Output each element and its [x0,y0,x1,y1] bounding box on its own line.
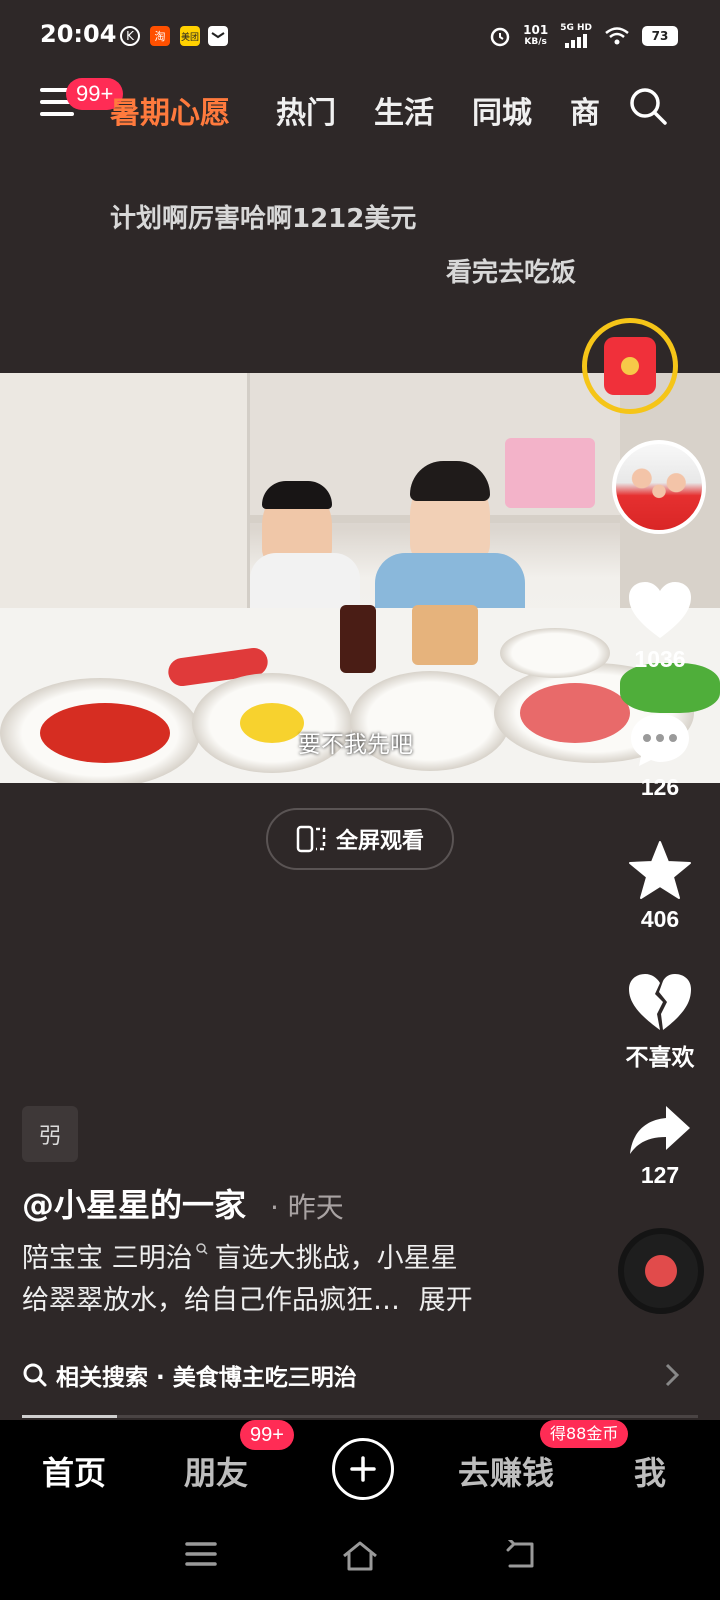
search-hint-icon [195,1243,208,1255]
rotate-screen-icon [296,825,326,853]
share-button[interactable]: 127 [620,1104,700,1189]
like-button[interactable]: 1036 [620,580,700,673]
tab-me[interactable]: 我 [634,1448,666,1494]
status-time: 20:04 [40,20,117,48]
cellular-signal: 5G HD [560,22,592,50]
description-hashtag[interactable]: 陪宝宝 三明治 [22,1243,193,1274]
share-arrow-icon [630,1106,690,1154]
home-icon[interactable] [340,1540,380,1576]
back-icon[interactable] [504,1536,538,1574]
author-avatar[interactable] [612,440,706,534]
share-count: 127 [640,1162,680,1188]
bread-stack [412,605,478,665]
dislike-button[interactable]: 不喜欢 [620,972,700,1072]
tab-local[interactable]: 同城 [472,88,532,132]
network-type: 5G HD [560,23,592,33]
search-icon [23,1363,47,1387]
message-icon [208,26,228,46]
chevron-right-icon[interactable] [664,1362,680,1395]
tab-earn[interactable]: 去赚钱 [458,1448,554,1494]
favorite-count: 406 [640,906,680,932]
net-speed-unit: KB/s [524,37,547,47]
taobao-icon: 淘 [150,26,170,46]
dislike-label: 不喜欢 [625,1044,695,1070]
tab-mall[interactable]: 商 [570,88,606,132]
broken-heart-icon [629,974,691,1030]
music-disc-icon[interactable] [618,1228,704,1314]
video-progress-bar[interactable] [22,1415,698,1418]
plate-cucumber [500,628,610,678]
star-icon [629,841,691,899]
expand-button[interactable]: 展开 [419,1285,473,1316]
comment-icon [631,714,689,766]
earn-badge: 得88金币 [540,1420,629,1448]
description-line-2: 给翠翠放水，给自己作品疯狂… 展开 [22,1280,542,1322]
related-search[interactable]: 相关搜索 · 美食博主吃三明治 [22,1358,357,1392]
post-description[interactable]: 陪宝宝 三明治 盲选大挑战，小星星 给翠翠放水，给自己作品疯狂… 展开 [22,1238,542,1322]
danmu-comment: 计划啊厉害哈啊1212美元 [110,204,417,234]
description-line-1: 陪宝宝 三明治 盲选大挑战，小星星 [22,1238,542,1280]
tab-home[interactable]: 首页 [42,1448,106,1494]
wifi-icon [605,27,629,45]
favorite-button[interactable]: 406 [620,840,700,933]
video-player[interactable] [0,373,720,783]
apple-slices [520,683,630,743]
post-date: · 昨天 [270,1191,344,1224]
friends-badge: 99+ [240,1420,294,1450]
video-subtitle: 要不我先吧 [298,732,413,758]
net-speed: 101 KB/s [523,24,548,48]
create-post-button[interactable] [332,1438,394,1500]
like-count: 1036 [634,646,686,672]
tab-friends[interactable]: 朋友 [184,1448,248,1494]
status-right: 101 KB/s 5G HD 73 [489,22,678,50]
tab-life[interactable]: 生活 [374,88,434,132]
plus-icon [350,1456,376,1482]
signal-icon [565,34,588,48]
kuaishou-icon: K [120,26,140,46]
tomato-slices [40,703,170,763]
lemon-slices [240,703,304,743]
fullscreen-button[interactable]: 全屏观看 [266,808,454,870]
description-text-2: 给翠翠放水，给自己作品疯狂… [22,1285,400,1316]
person-child-hair [262,481,332,509]
search-icon[interactable] [628,86,668,126]
battery-indicator: 73 [642,26,678,46]
red-packet-button[interactable] [582,318,678,414]
net-speed-value: 101 [523,23,549,37]
heart-icon [629,582,691,638]
alarm-icon [490,27,510,47]
video-scene-cabinet [0,373,250,643]
fullscreen-label: 全屏观看 [335,829,424,854]
toy-house [505,438,595,508]
danmu-comment: 看完去吃饭 [446,258,577,288]
red-envelope-icon [604,337,656,395]
tab-hot[interactable]: 热门 [276,88,336,132]
description-text-1: 盲选大挑战，小星星 [214,1243,458,1274]
tab-summer-wish[interactable]: 暑期心愿 [110,88,230,132]
video-progress-fill [22,1415,117,1418]
author-name[interactable]: @小星星的一家 [22,1180,246,1226]
recent-apps-icon[interactable] [184,1540,218,1572]
sauce-jar [340,605,376,673]
related-search-label: 相关搜索 · 美食博主吃三明治 [56,1365,357,1391]
comment-count: 126 [640,774,680,800]
post-tag[interactable]: 弜 [22,1106,78,1162]
meituan-icon: 美团 [180,26,200,46]
comment-button[interactable]: 126 [620,712,700,801]
